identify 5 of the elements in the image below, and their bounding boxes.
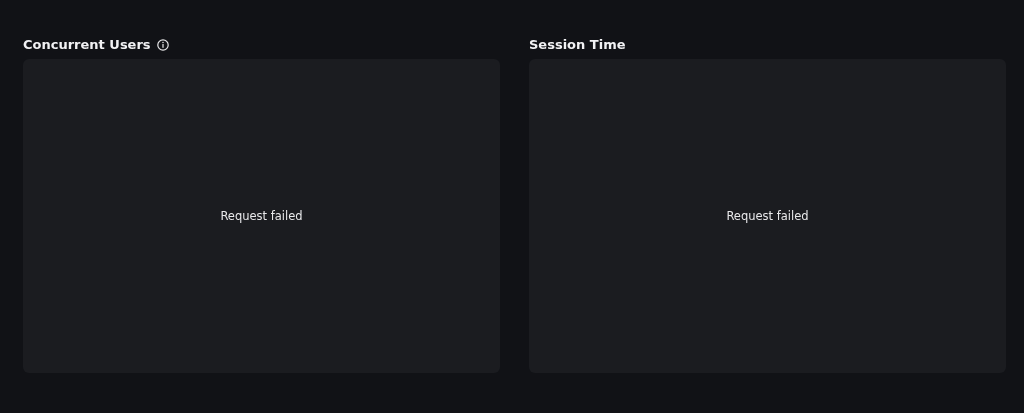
error-message: Request failed [220,209,303,223]
panel-title: Concurrent Users [23,37,151,52]
info-icon[interactable] [156,38,169,51]
error-message: Request failed [726,209,809,223]
panel-title: Session Time [529,37,626,52]
